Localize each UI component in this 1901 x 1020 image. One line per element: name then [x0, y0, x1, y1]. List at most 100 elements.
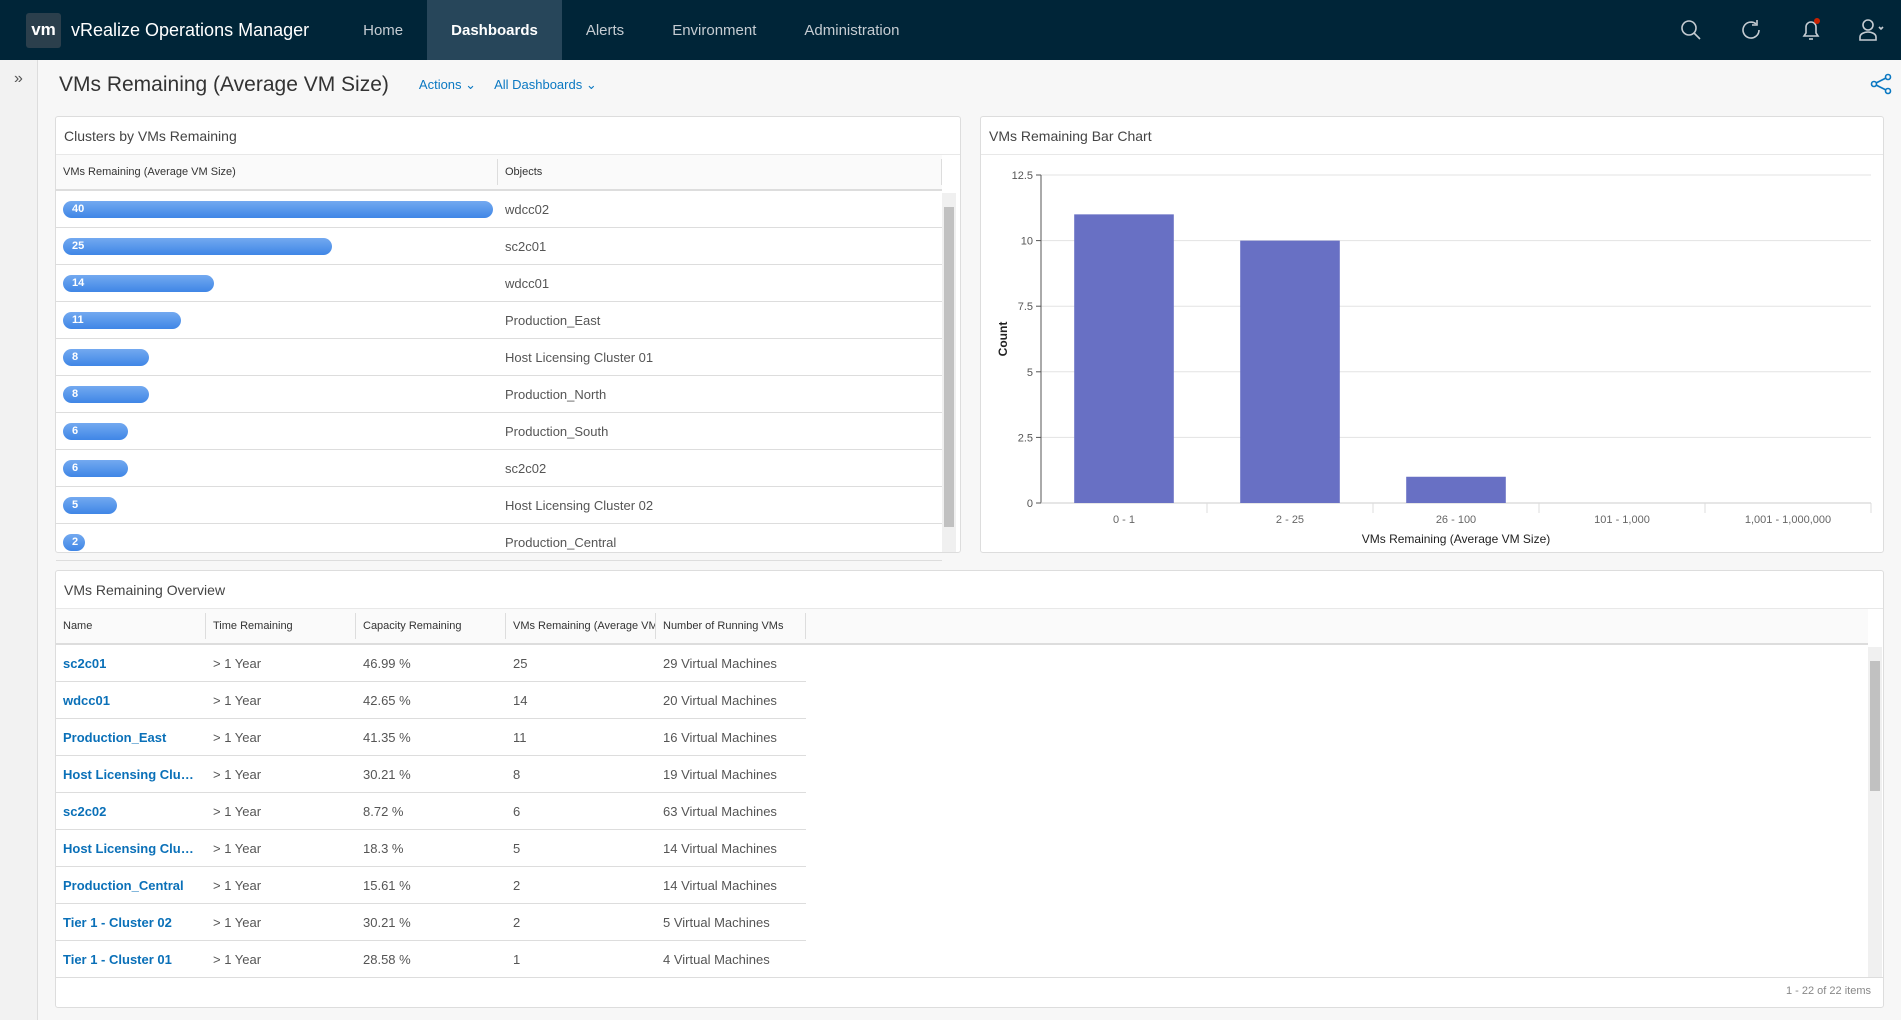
column-header[interactable]: Time Remaining [206, 613, 356, 639]
app-title: vRealize Operations Manager [71, 19, 310, 40]
x-axis-label: VMs Remaining (Average VM Size) [1362, 532, 1551, 546]
cell: 63 Virtual Machines [663, 803, 777, 819]
vmware-logo: vm [26, 12, 61, 48]
cell: > 1 Year [213, 692, 262, 708]
object-link[interactable]: Host Licensing Cluster 01 [56, 767, 206, 782]
y-tick-label: 5 [1027, 367, 1033, 379]
value-bar: 8 [63, 385, 149, 403]
object-link[interactable]: sc2c02 [56, 804, 206, 819]
object-link[interactable]: Tier 1 - Cluster 02 [56, 915, 206, 930]
y-tick-label: 0 [1027, 498, 1033, 510]
top-navbar: vm vRealize Operations Manager Home Dashb… [0, 0, 1901, 60]
share-icon[interactable] [1869, 72, 1893, 101]
cell: 11 [513, 729, 527, 745]
cell: > 1 Year [213, 840, 262, 856]
column-header[interactable]: Objects [498, 159, 942, 185]
table-row[interactable]: 8 Host Licensing Cluster 01 [56, 339, 942, 376]
cell: > 1 Year [213, 914, 262, 930]
nav-administration[interactable]: Administration [780, 0, 923, 60]
table-row: Production_East > 1 Year 41.35 % 11 16 Virtu… [56, 719, 806, 756]
x-tick-label: 26 - 100 [1436, 514, 1476, 526]
x-tick-label: 1,001 - 1,000,000 [1745, 514, 1831, 526]
search-icon[interactable] [1661, 18, 1721, 42]
object-name: sc2c02 [505, 460, 547, 476]
table-row: Production_Central > 1 Year 15.61 % 2 14 Vir… [56, 867, 806, 904]
cell: 5 [513, 840, 521, 856]
cell: 14 Virtual Machines [663, 877, 777, 893]
column-header[interactable]: VMs Remaining (Average VM Size) [506, 613, 656, 639]
refresh-icon[interactable] [1721, 18, 1781, 42]
cell: 1 [513, 951, 521, 967]
panel-title: Clusters by VMs Remaining [56, 117, 960, 155]
x-tick-label: 101 - 1,000 [1594, 514, 1650, 526]
table-row: Tier 1 - Cluster 01 > 1 Year 28.58 % 1 4 Vir… [56, 941, 806, 978]
cell: 6 [513, 803, 521, 819]
y-tick-label: 12.5 [1012, 170, 1033, 182]
page-title: VMs Remaining (Average VM Size) [59, 73, 389, 96]
table-row[interactable]: 25 sc2c01 [56, 228, 942, 265]
object-name: sc2c01 [505, 238, 547, 254]
object-link[interactable]: Production_East [56, 730, 206, 745]
table-row[interactable]: 8 Production_North [56, 376, 942, 413]
cell: 14 Virtual Machines [663, 840, 777, 856]
table-row: wdcc01 > 1 Year 42.65 % 14 20 Virtual Machin… [56, 682, 806, 719]
table-row[interactable]: 40 wdcc02 [56, 191, 942, 228]
bar[interactable] [1406, 476, 1506, 503]
pagination-info: 1 - 22 of 22 items [56, 977, 1883, 1007]
table-row[interactable]: 6 sc2c02 [56, 450, 942, 487]
nav-environment[interactable]: Environment [648, 0, 780, 60]
table-row: sc2c02 > 1 Year 8.72 % 6 63 Virtual Machines [56, 793, 806, 830]
bar[interactable] [1074, 214, 1174, 504]
scrollbar[interactable] [1868, 647, 1882, 977]
clusters-panel: Clusters by VMs Remaining VMs Remaining … [55, 116, 961, 561]
table-row[interactable]: 5 Host Licensing Cluster 02 [56, 487, 942, 524]
value-bar: 2 [63, 533, 85, 551]
x-tick-label: 0 - 1 [1113, 514, 1135, 526]
object-name: wdcc01 [505, 275, 550, 291]
column-header[interactable]: Name [56, 613, 206, 639]
object-name: Production_North [505, 386, 607, 402]
cell: 25 [513, 655, 528, 671]
y-tick-label: 10 [1021, 236, 1033, 248]
bar-chart: 0 2.5 5 7.5 10 12.5 0 - 1 2 - 25 26 - 100 101 - 1… [996, 170, 1872, 546]
object-link[interactable]: Host Licensing Cluster 02 [56, 841, 206, 856]
value-bar: 6 [63, 422, 128, 440]
column-header[interactable]: Number of Running VMs [656, 613, 806, 639]
nav-dashboards[interactable]: Dashboards [427, 0, 562, 60]
object-name: Production_East [505, 312, 601, 328]
object-name: Production_South [505, 423, 609, 439]
table-row[interactable]: 6 Production_South [56, 413, 942, 450]
bell-icon[interactable] [1781, 17, 1841, 43]
y-tick-label: 2.5 [1018, 432, 1033, 444]
table-row[interactable]: 11 Production_East [56, 302, 942, 339]
user-icon[interactable] [1841, 18, 1901, 42]
value-bar: 6 [63, 459, 128, 477]
nav-alerts[interactable]: Alerts [562, 0, 648, 60]
overview-panel: VMs Remaining Overview Name Time Remainin… [55, 570, 1884, 1008]
object-link[interactable]: Tier 1 - Cluster 01 [56, 952, 206, 967]
table-row: Host Licensing Cluster 02 > 1 Year 18.3 % 5… [56, 830, 806, 867]
object-name: Host Licensing Cluster 01 [505, 349, 654, 365]
bar[interactable] [1240, 240, 1340, 503]
object-link[interactable]: Production_Central [56, 878, 206, 893]
table-row[interactable]: 2 Production_Central [56, 524, 942, 561]
table-row: Host Licensing Cluster 01 > 1 Year 30.21 %… [56, 756, 806, 793]
object-link[interactable]: sc2c01 [56, 656, 206, 671]
table-row[interactable]: 14 wdcc01 [56, 265, 942, 302]
cell: 41.35 % [363, 729, 411, 745]
column-header[interactable]: VMs Remaining (Average VM Size) [56, 159, 498, 185]
value-bar: 40 [63, 200, 493, 218]
actions-menu[interactable]: Actions ⌄ [419, 77, 476, 93]
object-link[interactable]: wdcc01 [56, 693, 206, 708]
panel-title: VMs Remaining Overview [56, 571, 1883, 609]
scrollbar[interactable] [942, 193, 956, 552]
cell: 30.21 % [363, 914, 411, 930]
object-name: Production_Central [505, 534, 617, 550]
all-dashboards-menu[interactable]: All Dashboards ⌄ [494, 77, 597, 93]
x-tick-label: 2 - 25 [1276, 514, 1304, 526]
cell: 14 [513, 692, 528, 708]
sidebar-expand-button[interactable]: » [0, 60, 38, 1020]
table-row: Tier 1 - Cluster 02 > 1 Year 30.21 % 2 5 Vir… [56, 904, 806, 941]
nav-home[interactable]: Home [339, 0, 427, 60]
column-header[interactable]: Capacity Remaining [356, 613, 506, 639]
